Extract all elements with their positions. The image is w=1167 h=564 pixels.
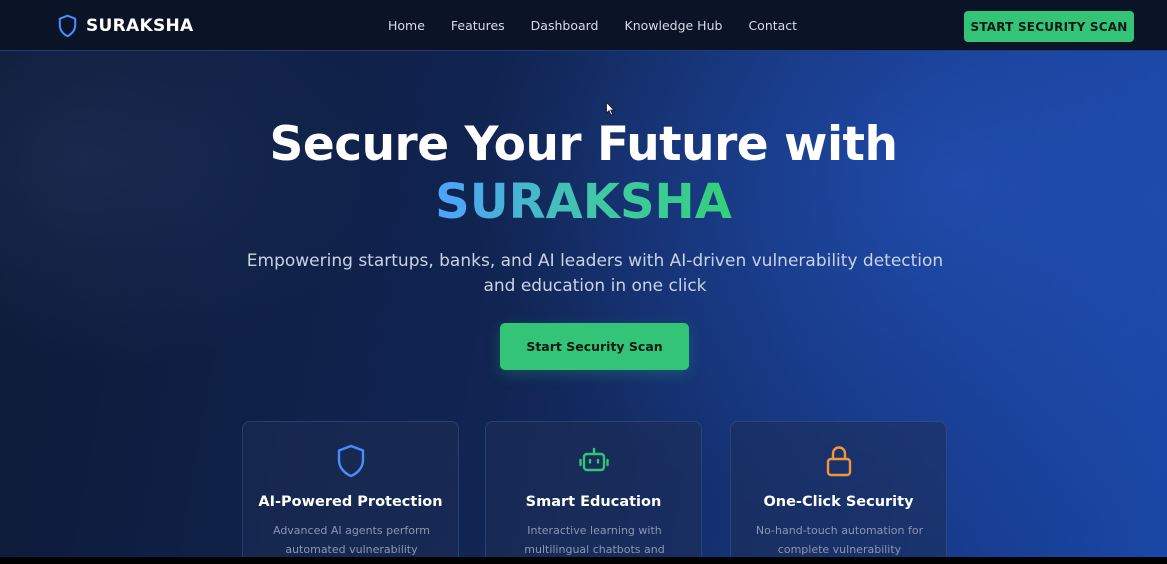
- nav-links: Home Features Dashboard Knowledge Hub Co…: [388, 18, 823, 33]
- nav-link-features[interactable]: Features: [451, 18, 505, 33]
- robot-icon: [578, 447, 609, 472]
- feature-description: No-hand-touch automation for complete vu…: [755, 524, 924, 556]
- nav-link-dashboard[interactable]: Dashboard: [531, 18, 599, 33]
- start-security-scan-nav-button[interactable]: START SECURITY SCAN: [964, 11, 1134, 42]
- feature-title: One-Click Security: [763, 494, 914, 510]
- hero-title-brand: SURAKSHA: [0, 172, 1167, 232]
- feature-description: Interactive learning with multilingual c…: [524, 524, 665, 556]
- feature-title: AI-Powered Protection: [258, 494, 443, 510]
- shield-logo-icon: [58, 14, 77, 38]
- navbar: SURAKSHA Home Features Dashboard Knowled…: [0, 0, 1167, 51]
- hero-subtitle: Empowering startups, banks, and AI leade…: [246, 251, 944, 296]
- mouse-cursor-icon: [606, 102, 615, 116]
- lock-icon: [826, 446, 851, 477]
- nav-link-contact[interactable]: Contact: [748, 18, 797, 33]
- nav-link-home[interactable]: Home: [388, 18, 425, 33]
- start-security-scan-button[interactable]: Start Security Scan: [500, 323, 689, 370]
- hero-title: Secure Your Future with: [269, 117, 898, 172]
- brand-name: SURAKSHA: [86, 16, 194, 36]
- shield-icon: [337, 444, 364, 478]
- landing-page: SURAKSHA Home Features Dashboard Knowled…: [0, 0, 1167, 557]
- nav-link-knowledge-hub[interactable]: Knowledge Hub: [625, 18, 723, 33]
- feature-card-one-click-security[interactable]: One-Click Security No-hand-touch automat…: [730, 421, 947, 557]
- brand-logo[interactable]: SURAKSHA: [57, 13, 194, 39]
- bottom-edge: [0, 557, 1167, 564]
- feature-card-ai-protection[interactable]: AI-Powered Protection Advanced AI agents…: [242, 421, 459, 557]
- feature-card-smart-education[interactable]: Smart Education Interactive learning wit…: [485, 421, 702, 557]
- feature-description: Advanced AI agents perform automated vul…: [272, 524, 431, 556]
- hero-brand-text: SURAKSHA: [435, 174, 732, 230]
- feature-title: Smart Education: [525, 494, 662, 510]
